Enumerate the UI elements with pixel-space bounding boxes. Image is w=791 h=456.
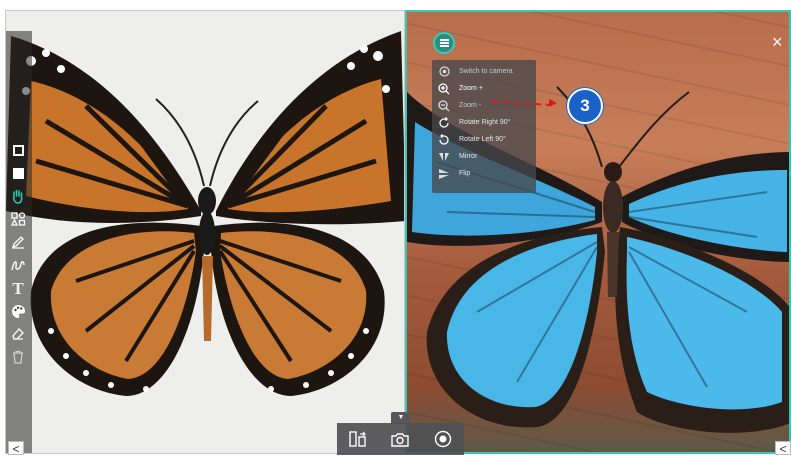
bottom-action-bar <box>337 423 464 455</box>
palette-icon[interactable] <box>8 301 28 321</box>
menu-item-label: Switch to camera <box>459 68 513 75</box>
window-icon[interactable] <box>8 140 28 160</box>
rotate-left-icon <box>438 133 450 146</box>
image-context-menu: Switch to camera Zoom + Zoom - Rotate Ri… <box>432 60 536 193</box>
menu-item-label: Rotate Right 90° <box>459 119 511 126</box>
eraser-icon[interactable] <box>8 324 28 344</box>
split-screen-viewer: T < < × Switch to camera Zoom + Zoom - R… <box>0 0 791 456</box>
record-icon[interactable] <box>432 428 454 450</box>
flip-icon <box>438 168 450 180</box>
pen-icon[interactable] <box>8 232 28 252</box>
menu-item-mirror[interactable]: Mirror <box>432 148 536 165</box>
camera-switch-icon <box>438 66 450 78</box>
close-icon[interactable]: × <box>772 33 783 51</box>
freehand-icon[interactable] <box>8 255 28 275</box>
menu-item-flip[interactable]: Flip <box>432 165 536 182</box>
menu-item-switch-to-camera[interactable]: Switch to camera <box>432 63 536 80</box>
hamburger-menu-icon[interactable] <box>433 32 455 54</box>
annotation-toolbar: T <box>7 140 29 367</box>
hand-pan-icon[interactable] <box>8 186 28 206</box>
menu-item-zoom-out[interactable]: Zoom - <box>432 97 536 114</box>
camera-capture-icon[interactable] <box>389 428 411 450</box>
menu-item-label: Zoom + <box>459 85 483 92</box>
trash-icon[interactable] <box>8 347 28 367</box>
callout-arrow-head <box>548 98 558 108</box>
mirror-icon <box>438 151 450 163</box>
zoom-in-icon <box>438 82 450 95</box>
zoom-out-icon <box>438 99 450 112</box>
menu-item-zoom-in[interactable]: Zoom + <box>432 80 536 97</box>
left-image-panel[interactable] <box>5 10 405 454</box>
rotate-right-icon <box>438 116 450 129</box>
text-icon[interactable]: T <box>8 278 28 298</box>
fullscreen-icon[interactable] <box>8 163 28 183</box>
menu-item-label: Rotate Left 90° <box>459 136 506 143</box>
monarch-butterfly-image <box>6 11 404 453</box>
scroll-left-arrow[interactable]: < <box>8 441 24 456</box>
shapes-icon[interactable] <box>8 209 28 229</box>
menu-item-label: Flip <box>459 170 471 177</box>
text-tool-glyph: T <box>12 278 24 298</box>
callout-badge: 3 <box>567 88 603 124</box>
menu-item-rotate-right[interactable]: Rotate Right 90° <box>432 114 536 131</box>
menu-item-rotate-left[interactable]: Rotate Left 90° <box>432 131 536 148</box>
split-layout-icon[interactable] <box>347 428 369 450</box>
menu-item-label: Zoom - <box>459 102 482 109</box>
scroll-right-arrow[interactable]: < <box>775 441 791 456</box>
menu-item-label: Mirror <box>459 153 478 160</box>
